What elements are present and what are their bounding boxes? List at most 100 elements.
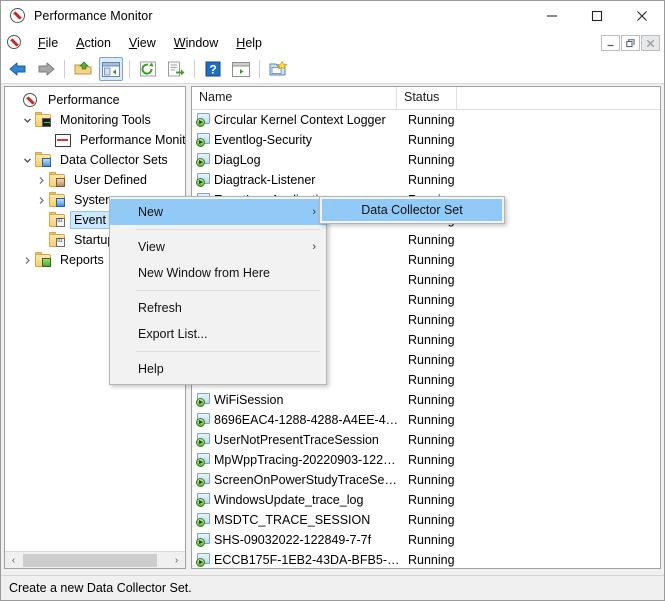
table-row[interactable]: Diagtrack-Listener Running: [192, 170, 660, 190]
menu-window-rest: indow: [185, 36, 219, 50]
etw-session-icon: [196, 513, 212, 527]
minimize-button[interactable]: [529, 1, 574, 31]
table-row[interactable]: Circular Kernel Context Logger Running: [192, 110, 660, 130]
close-button[interactable]: [619, 1, 664, 31]
inner-close-button[interactable]: [641, 35, 660, 51]
context-menu-item-label: New: [138, 205, 164, 219]
chevron-down-icon[interactable]: [19, 152, 35, 168]
up-one-level-button[interactable]: [71, 57, 95, 81]
toolbar-separator: [259, 60, 260, 78]
list-cell-status: Running: [408, 293, 455, 307]
etw-session-icon: [196, 133, 212, 147]
inner-minimize-button[interactable]: [601, 35, 620, 51]
list-cell-status: Running: [408, 413, 455, 427]
list-cell-status: Running: [408, 353, 455, 367]
scroll-thumb[interactable]: [23, 553, 157, 567]
context-menu-item-view[interactable]: View ›: [110, 234, 326, 260]
show-hide-console-tree-button[interactable]: [99, 57, 123, 81]
list-cell-status: Running: [408, 253, 455, 267]
list-cell-status: Running: [408, 113, 455, 127]
context-menu-item-new[interactable]: New ›: [110, 199, 326, 225]
menu-help[interactable]: Help: [227, 34, 271, 52]
tree-item-label: Monitoring Tools: [60, 113, 151, 127]
inner-restore-button[interactable]: [621, 35, 640, 51]
column-header-name[interactable]: Name: [192, 87, 397, 109]
maximize-button[interactable]: [574, 1, 619, 31]
submenu-item-data-collector-set[interactable]: Data Collector Set: [322, 199, 502, 221]
menu-help-rest: elp: [245, 36, 262, 50]
chevron-right-icon[interactable]: [33, 192, 49, 208]
column-header-blank: [457, 87, 657, 109]
menu-action[interactable]: Action: [67, 34, 120, 52]
table-row[interactable]: WiFiSession Running: [192, 390, 660, 410]
list-cell-status: Running: [408, 153, 455, 167]
inner-window-controls: [601, 35, 660, 51]
table-row[interactable]: MSDTC_TRACE_SESSION Running: [192, 510, 660, 530]
table-row[interactable]: MpWppTracing-20220903-1228… Running: [192, 450, 660, 470]
toolbar: ?: [1, 55, 664, 84]
tree-item-monitoring-tools[interactable]: Monitoring Tools: [5, 110, 185, 130]
menu-view[interactable]: View: [120, 34, 165, 52]
export-list-button[interactable]: [164, 57, 188, 81]
refresh-button[interactable]: [136, 57, 160, 81]
scroll-right-button[interactable]: ›: [168, 552, 185, 568]
list-cell-status: Running: [408, 493, 455, 507]
svg-text:?: ?: [209, 63, 216, 77]
chevron-right-icon[interactable]: [19, 252, 35, 268]
table-row[interactable]: DiagLog Running: [192, 150, 660, 170]
twisty-none: [33, 212, 49, 228]
table-row[interactable]: 8696EAC4-1288-4288-A4EE-49E… Running: [192, 410, 660, 430]
folder-chart-icon: [35, 111, 53, 128]
list-cell-status: Running: [408, 273, 455, 287]
list-cell-status: Running: [408, 373, 455, 387]
menu-file-rest: ile: [45, 36, 59, 50]
table-row[interactable]: ECCB175F-1EB2-43DA-BFB5-A8… Running: [192, 550, 660, 568]
properties-button[interactable]: [229, 57, 253, 81]
context-menu-item-help[interactable]: Help: [110, 356, 326, 382]
tree-horizontal-scrollbar[interactable]: ‹ ›: [5, 551, 185, 568]
new-data-collector-set-button[interactable]: [266, 57, 290, 81]
tree-item-performance[interactable]: Performance: [5, 90, 185, 110]
table-row[interactable]: WindowsUpdate_trace_log Running: [192, 490, 660, 510]
context-menu-item-refresh[interactable]: Refresh: [110, 295, 326, 321]
tree-item-data-collector-sets[interactable]: Data Collector Sets: [5, 150, 185, 170]
context-menu-separator: [136, 229, 320, 230]
chevron-right-icon[interactable]: [33, 172, 49, 188]
table-row[interactable]: SHS-09032022-122849-7-7f Running: [192, 530, 660, 550]
tree-item-label: Reports: [60, 253, 104, 267]
folder-blue-icon: [49, 191, 67, 208]
list-cell-status: Running: [408, 233, 455, 247]
list-cell-name: Eventlog-Security: [214, 133, 312, 147]
list-cell-status: Running: [408, 453, 455, 467]
list-cell-status: Running: [408, 533, 455, 547]
twisty-none: [7, 92, 23, 108]
submenu-arrow-icon: ›: [312, 206, 316, 218]
twisty-none: [39, 132, 55, 148]
menu-window[interactable]: Window: [165, 34, 227, 52]
list-cell-name: Diagtrack-Listener: [214, 173, 316, 187]
tree-item-user-defined[interactable]: User Defined: [5, 170, 185, 190]
table-row[interactable]: Eventlog-Security Running: [192, 130, 660, 150]
context-menu-item-export-list[interactable]: Export List...: [110, 321, 326, 347]
menu-view-rest: iew: [137, 36, 156, 50]
help-button[interactable]: ?: [201, 57, 225, 81]
back-button[interactable]: [6, 57, 30, 81]
etw-session-icon: [196, 153, 212, 167]
folder-user-icon: [49, 171, 67, 188]
table-row[interactable]: UserNotPresentTraceSession Running: [192, 430, 660, 450]
forward-button[interactable]: [34, 57, 58, 81]
chevron-down-icon[interactable]: [19, 112, 35, 128]
context-menu: New › View › New Window from Here Refres…: [109, 196, 327, 385]
list-cell-status: Running: [408, 333, 455, 347]
column-header-status[interactable]: Status: [397, 87, 457, 109]
table-row[interactable]: ScreenOnPowerStudyTraceSessi… Running: [192, 470, 660, 490]
menu-file[interactable]: File: [29, 34, 67, 52]
context-menu-item-new-window-from-here[interactable]: New Window from Here: [110, 260, 326, 286]
context-menu-item-label: Refresh: [138, 301, 182, 315]
submenu-arrow-icon: ›: [312, 241, 316, 253]
window-controls: [529, 1, 664, 31]
folder-green-icon: [35, 251, 53, 268]
scroll-left-button[interactable]: ‹: [5, 552, 22, 568]
tree-item-performance-monitor[interactable]: Performance Monitor: [5, 130, 185, 150]
list-cell-status: Running: [408, 313, 455, 327]
